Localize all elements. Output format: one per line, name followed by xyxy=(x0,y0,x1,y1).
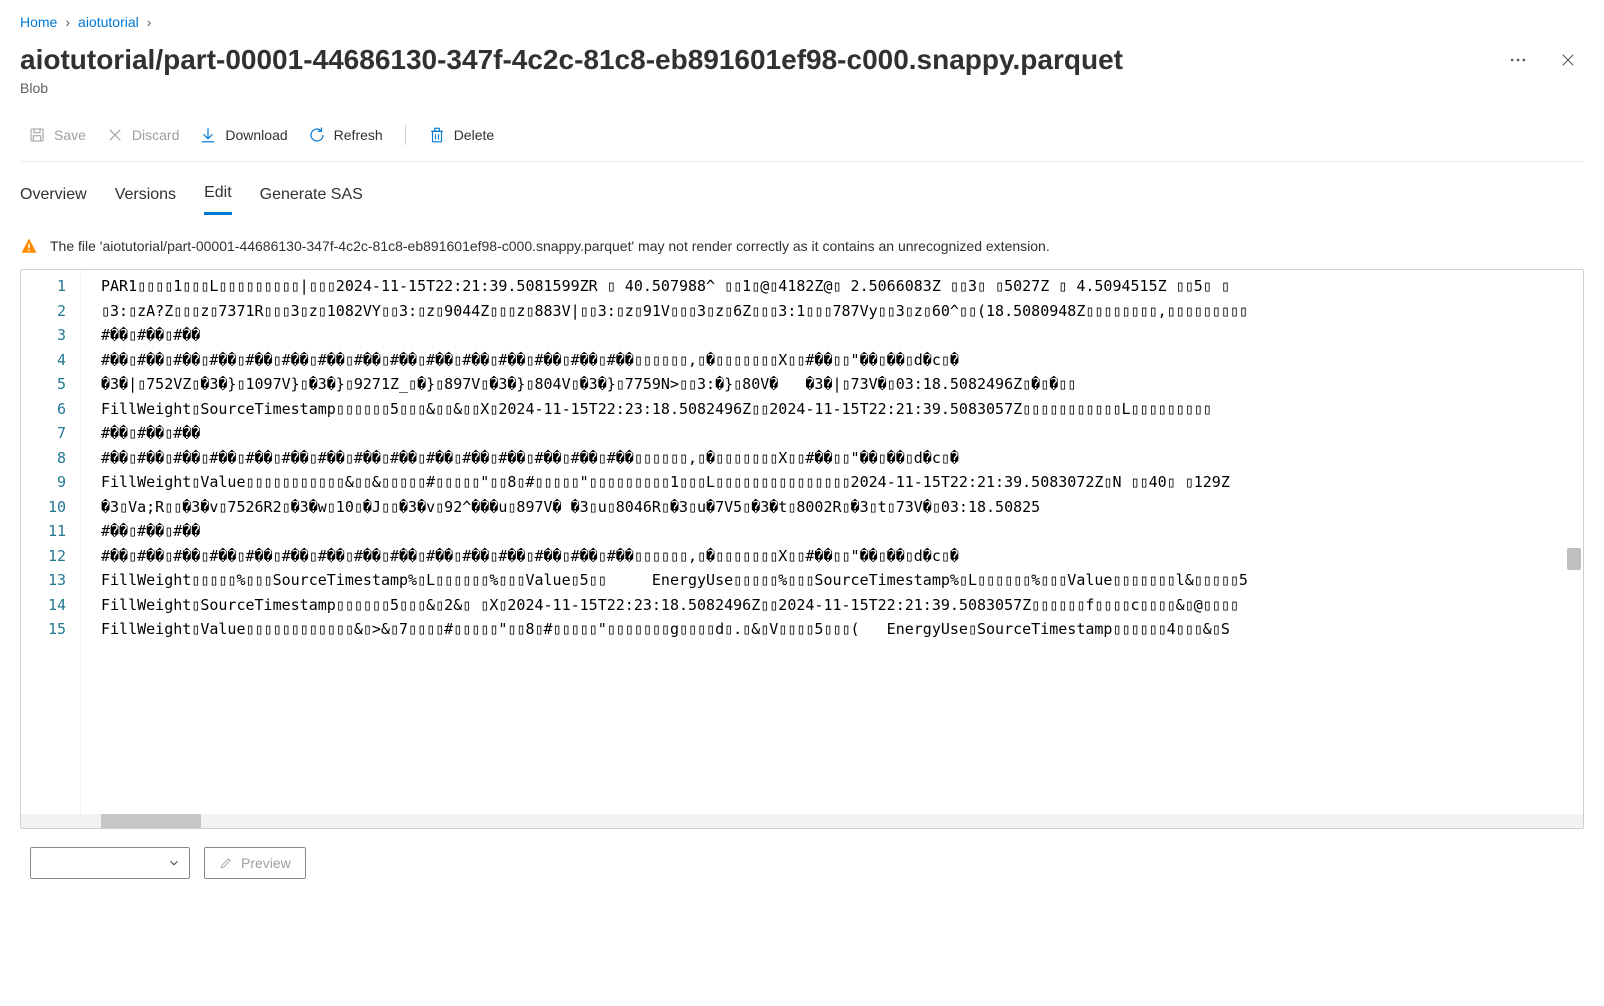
toolbar: Save Discard Download Refresh Delete xyxy=(20,118,1584,162)
download-label: Download xyxy=(225,127,287,143)
tab-generate-sas[interactable]: Generate SAS xyxy=(260,182,363,214)
breadcrumb: Home › aiotutorial › xyxy=(20,0,1584,36)
save-label: Save xyxy=(54,127,86,143)
line-number: 8 xyxy=(21,446,66,471)
code-line[interactable]: #��▯#��▯#��▯#��▯#��▯#��▯#��▯#��▯#��▯#��▯… xyxy=(101,544,1583,569)
preview-button: Preview xyxy=(204,847,306,879)
code-line[interactable]: �3▯Va;R▯▯�3�v▯7526R2▯�3�w▯10▯�J▯▯�3�v▯92… xyxy=(101,495,1583,520)
tab-overview[interactable]: Overview xyxy=(20,182,87,214)
chevron-right-icon: › xyxy=(147,14,152,30)
toolbar-separator xyxy=(405,125,406,145)
line-number: 9 xyxy=(21,470,66,495)
code-line[interactable]: FillWeight▯Value▯▯▯▯▯▯▯▯▯▯▯&▯▯&▯▯▯▯▯#▯▯▯… xyxy=(101,470,1583,495)
code-line[interactable]: PAR1▯▯▯▯1▯▯▯L▯▯▯▯▯▯▯▯▯|▯▯▯2024-11-15T22:… xyxy=(101,274,1583,299)
code-line[interactable]: FillWeight▯▯▯▯▯%▯▯▯SourceTimestamp%▯L▯▯▯… xyxy=(101,568,1583,593)
line-number: 13 xyxy=(21,568,66,593)
warning-icon xyxy=(20,237,38,255)
line-number: 15 xyxy=(21,617,66,642)
code-line[interactable]: #��▯#��▯#�� xyxy=(101,421,1583,446)
code-line[interactable]: #��▯#��▯#��▯#��▯#��▯#��▯#��▯#��▯#��▯#��▯… xyxy=(101,348,1583,373)
footer-bar: Preview xyxy=(20,829,1584,879)
discard-button: Discard xyxy=(98,122,187,148)
code-line[interactable]: #��▯#��▯#�� xyxy=(101,519,1583,544)
line-number: 1 xyxy=(21,274,66,299)
line-number-gutter: 123456789101112131415 xyxy=(21,270,81,814)
save-button: Save xyxy=(20,122,94,148)
download-button[interactable]: Download xyxy=(191,122,295,148)
code-line[interactable]: FillWeight▯SourceTimestamp▯▯▯▯▯▯5▯▯▯&▯2&… xyxy=(101,593,1583,618)
line-number: 12 xyxy=(21,544,66,569)
line-number: 6 xyxy=(21,397,66,422)
trash-icon xyxy=(428,126,446,144)
discard-label: Discard xyxy=(132,127,179,143)
code-line[interactable]: #��▯#��▯#�� xyxy=(101,323,1583,348)
more-actions-button[interactable] xyxy=(1502,44,1534,76)
code-line[interactable]: #��▯#��▯#��▯#��▯#��▯#��▯#��▯#��▯#��▯#��▯… xyxy=(101,446,1583,471)
warning-text: The file 'aiotutorial/part-00001-4468613… xyxy=(50,238,1050,254)
code-line[interactable]: FillWeight▯Value▯▯▯▯▯▯▯▯▯▯▯▯&▯>&▯7▯▯▯▯#▯… xyxy=(101,617,1583,642)
language-select[interactable] xyxy=(30,847,190,879)
close-icon xyxy=(106,126,124,144)
line-number: 4 xyxy=(21,348,66,373)
save-icon xyxy=(28,126,46,144)
code-editor[interactable]: 123456789101112131415 PAR1▯▯▯▯1▯▯▯L▯▯▯▯▯… xyxy=(20,269,1584,829)
breadcrumb-home[interactable]: Home xyxy=(20,14,57,30)
tab-versions[interactable]: Versions xyxy=(115,182,176,214)
delete-button[interactable]: Delete xyxy=(420,122,502,148)
line-number: 2 xyxy=(21,299,66,324)
line-number: 11 xyxy=(21,519,66,544)
horizontal-scrollbar[interactable] xyxy=(21,814,1583,828)
warning-banner: The file 'aiotutorial/part-00001-4468613… xyxy=(20,237,1584,255)
code-content[interactable]: PAR1▯▯▯▯1▯▯▯L▯▯▯▯▯▯▯▯▯|▯▯▯2024-11-15T22:… xyxy=(81,270,1583,814)
tab-strip: Overview Versions Edit Generate SAS xyxy=(20,180,1584,215)
line-number: 5 xyxy=(21,372,66,397)
line-number: 7 xyxy=(21,421,66,446)
line-number: 10 xyxy=(21,495,66,520)
page-title: aiotutorial/part-00001-44686130-347f-4c2… xyxy=(20,42,1123,78)
code-line[interactable]: ▯3:▯zA?Z▯▯▯z▯7371R▯▯▯3▯z▯1082VY▯▯3:▯z▯90… xyxy=(101,299,1583,324)
download-icon xyxy=(199,126,217,144)
tab-edit[interactable]: Edit xyxy=(204,180,232,215)
close-icon[interactable] xyxy=(1552,44,1584,76)
refresh-button[interactable]: Refresh xyxy=(300,122,391,148)
line-number: 14 xyxy=(21,593,66,618)
chevron-down-icon xyxy=(167,856,181,870)
breadcrumb-container[interactable]: aiotutorial xyxy=(78,14,139,30)
resource-type-label: Blob xyxy=(20,80,1584,96)
delete-label: Delete xyxy=(454,127,494,143)
minimap-thumb[interactable] xyxy=(1567,548,1581,570)
refresh-label: Refresh xyxy=(334,127,383,143)
line-number: 3 xyxy=(21,323,66,348)
chevron-right-icon: › xyxy=(65,14,70,30)
refresh-icon xyxy=(308,126,326,144)
preview-label: Preview xyxy=(241,855,291,871)
code-line[interactable]: �3�|▯752VZ▯�3�}▯1097V}▯�3�}▯9271Z_▯�}▯89… xyxy=(101,372,1583,397)
pencil-icon xyxy=(219,856,233,870)
code-line[interactable]: FillWeight▯SourceTimestamp▯▯▯▯▯▯5▯▯▯&▯▯&… xyxy=(101,397,1583,422)
scrollbar-thumb[interactable] xyxy=(101,814,201,828)
